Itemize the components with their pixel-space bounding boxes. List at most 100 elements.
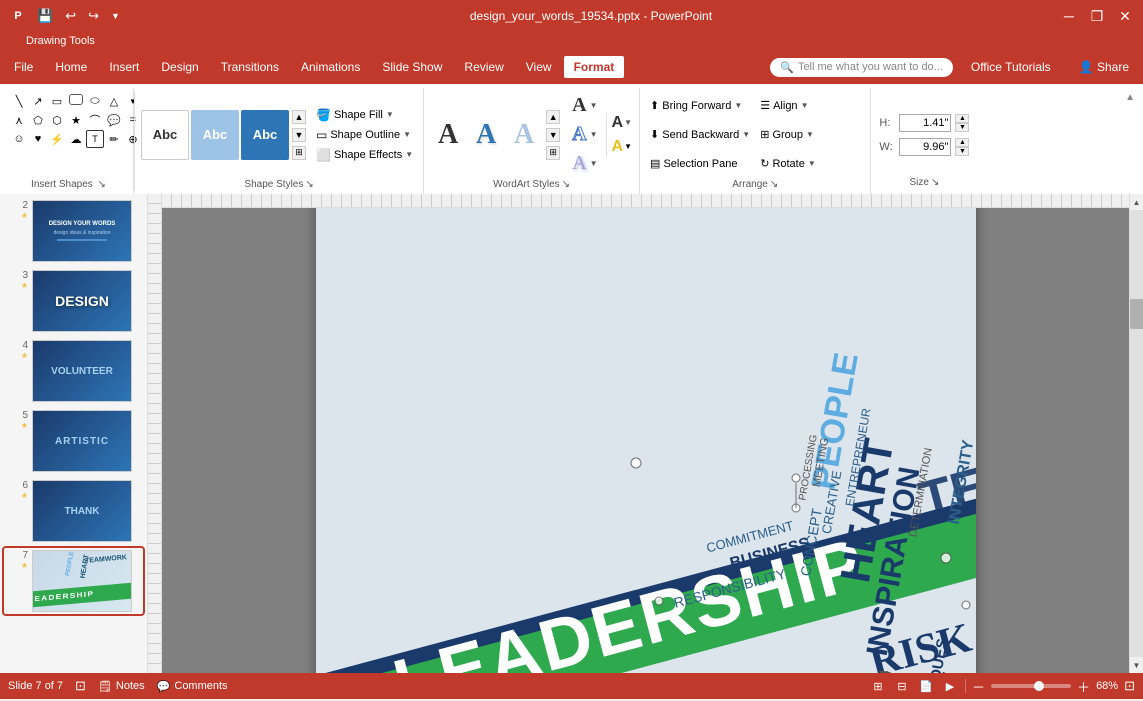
style-preset-3[interactable]: Abc — [241, 110, 289, 160]
height-input[interactable] — [899, 114, 951, 132]
group-button[interactable]: ⊞ Group ▼ — [756, 121, 864, 148]
shape-arrow-btn[interactable]: ↗ — [29, 92, 47, 110]
shape-effects-dropdown-icon[interactable]: ▼ — [405, 150, 413, 159]
slide-sorter-button[interactable]: ⊟ — [893, 677, 911, 695]
text-fill-button[interactable]: A ▼ — [568, 92, 601, 119]
width-spin-up[interactable]: ▲ — [955, 138, 969, 147]
scroll-down-button[interactable]: ▼ — [1130, 657, 1143, 673]
shape-outline-button[interactable]: ▭ Shape Outline ▼ — [312, 126, 417, 144]
menu-insert[interactable]: Insert — [99, 56, 149, 78]
comments-button[interactable]: 💬 Comments — [157, 680, 228, 693]
wordart-scroll-up[interactable]: ▲ — [546, 110, 560, 124]
zoom-thumb[interactable] — [1034, 681, 1044, 691]
menu-view[interactable]: View — [516, 56, 562, 78]
zoom-out-button[interactable]: － — [972, 677, 985, 696]
width-input[interactable] — [899, 138, 951, 156]
text-outline-dropdown-icon[interactable]: ▼ — [590, 130, 598, 139]
menu-format[interactable]: Format — [564, 56, 625, 78]
zoom-in-button[interactable]: ＋ — [1077, 677, 1090, 696]
shape-fill-dropdown-icon[interactable]: ▼ — [386, 110, 394, 119]
menu-design[interactable]: Design — [151, 56, 208, 78]
menu-review[interactable]: Review — [454, 56, 513, 78]
size-expand-icon[interactable]: ↘ — [931, 177, 939, 188]
shape-rect-btn[interactable]: ▭ — [48, 92, 66, 110]
menu-transitions[interactable]: Transitions — [211, 56, 289, 78]
shape-iso-tri-btn[interactable]: ⋏ — [10, 111, 28, 129]
send-backward-button[interactable]: ⬇ Send Backward ▼ — [646, 121, 754, 148]
notes-button[interactable]: 🗒 Notes — [98, 680, 145, 693]
wordart-a-light[interactable]: A — [506, 110, 542, 160]
shape-styles-expand-icon[interactable]: ↘ — [305, 179, 313, 190]
scroll-up-button[interactable]: ▲ — [1130, 194, 1143, 210]
share-button[interactable]: 👤 Share — [1069, 56, 1139, 78]
group-dropdown-icon[interactable]: ▼ — [806, 130, 814, 139]
menu-slideshow[interactable]: Slide Show — [372, 56, 452, 78]
close-button[interactable]: ✕ — [1115, 8, 1135, 24]
shape-oval-btn[interactable]: ⬭ — [86, 92, 104, 110]
send-backward-dropdown-icon[interactable]: ▼ — [742, 130, 750, 139]
text-highlight-button[interactable]: A ▼ — [611, 137, 633, 157]
save-qat-button[interactable]: 💾 — [34, 8, 56, 24]
shape-lightning-btn[interactable]: ⚡ — [48, 130, 66, 148]
selection-pane-button[interactable]: ▤ Selection Pane — [646, 150, 754, 177]
width-spin-down[interactable]: ▼ — [955, 147, 969, 156]
text-fill-dropdown-icon[interactable]: ▼ — [590, 101, 598, 110]
slideshow-button[interactable]: ▶ — [941, 677, 959, 695]
shape-triangle-btn[interactable]: △ — [105, 92, 123, 110]
wordart-a-blue[interactable]: A — [468, 110, 504, 160]
text-outline-button[interactable]: A ▼ — [568, 121, 601, 148]
rotate-button[interactable]: ↻ Rotate ▼ — [756, 150, 864, 177]
undo-qat-button[interactable]: ↩ — [62, 8, 79, 24]
shape-heart-btn[interactable]: ♥ — [29, 130, 47, 148]
shape-smiley-btn[interactable]: ☺ — [10, 130, 28, 148]
zoom-slider[interactable] — [991, 684, 1071, 688]
slide-thumb-5[interactable]: 5 ★ ARTISTIC — [4, 408, 143, 474]
ribbon-collapse-button[interactable]: ▲ — [1121, 88, 1139, 107]
style-expand[interactable]: ⊞ — [292, 146, 306, 160]
text-effects-button[interactable]: A ▼ — [568, 150, 601, 177]
wordart-expand[interactable]: ⊞ — [546, 146, 560, 160]
shape-cloud-btn[interactable]: ☁ — [67, 130, 85, 148]
style-preset-1[interactable]: Abc — [141, 110, 189, 160]
expand-icon[interactable]: ↘ — [98, 179, 106, 190]
slide-thumb-4[interactable]: 4 ★ VOLUNTEER — [4, 338, 143, 404]
align-button[interactable]: ☰ Align ▼ — [756, 92, 864, 119]
shape-rounded-rect-btn[interactable] — [69, 94, 83, 105]
restore-button[interactable]: ❐ — [1087, 8, 1107, 24]
reading-view-button[interactable]: 📄 — [917, 677, 935, 695]
menu-file[interactable]: File — [4, 56, 43, 78]
rotate-dropdown-icon[interactable]: ▼ — [808, 159, 816, 168]
menu-animations[interactable]: Animations — [291, 56, 370, 78]
slide-thumb-3[interactable]: 3 ★ DESIGN — [4, 268, 143, 334]
office-tutorials-button[interactable]: Office Tutorials — [961, 56, 1061, 78]
text-color-button[interactable]: A ▼ — [611, 113, 633, 133]
menu-home[interactable]: Home — [45, 56, 97, 78]
shape-fill-button[interactable]: 🪣 Shape Fill ▼ — [312, 106, 417, 124]
bring-forward-dropdown-icon[interactable]: ▼ — [734, 101, 742, 110]
shape-edit-btn[interactable]: ✏ — [105, 130, 123, 148]
height-spin-down[interactable]: ▼ — [955, 123, 969, 132]
wordart-a-plain[interactable]: A — [430, 110, 466, 160]
style-preset-2[interactable]: Abc — [191, 110, 239, 160]
slide-thumb-2[interactable]: 2 ★ DESIGN YOUR WORDS design ideas & ins… — [4, 198, 143, 264]
bring-forward-button[interactable]: ⬆ Bring Forward ▼ — [646, 92, 754, 119]
shape-outline-dropdown-icon[interactable]: ▼ — [403, 130, 411, 139]
wordart-expand-icon[interactable]: ↘ — [562, 179, 570, 190]
shape-textbox-btn[interactable]: T — [86, 130, 104, 148]
text-effects-dropdown-icon[interactable]: ▼ — [590, 159, 598, 168]
customize-qat-button[interactable]: ▼ — [108, 11, 123, 21]
slide-thumb-7[interactable]: 7 ★ LEADERSHIP TEAMWORK PEOPLE HEART — [4, 548, 143, 614]
slide-canvas[interactable]: LEADERSHIP TEAMWORK HEART PEOPLE INSPIRA… — [316, 194, 976, 673]
scroll-thumb[interactable] — [1130, 299, 1143, 329]
fit-to-window-icon[interactable]: ⊡ — [75, 678, 86, 694]
shape-effects-button[interactable]: ⬜ Shape Effects ▼ — [312, 146, 417, 164]
tell-me-input[interactable]: 🔍 Tell me what you want to do... — [770, 58, 953, 77]
zoom-percent[interactable]: 68% — [1096, 680, 1118, 692]
shape-line-btn[interactable]: ╲ — [10, 92, 28, 110]
style-scroll-down[interactable]: ▼ — [292, 128, 306, 142]
shape-banner-btn[interactable]: ⌒ — [86, 111, 104, 129]
shape-star-btn[interactable]: ★ — [67, 111, 85, 129]
normal-view-button[interactable]: ⊞ — [869, 677, 887, 695]
arrange-expand-icon[interactable]: ↘ — [770, 179, 778, 190]
height-spin-up[interactable]: ▲ — [955, 114, 969, 123]
